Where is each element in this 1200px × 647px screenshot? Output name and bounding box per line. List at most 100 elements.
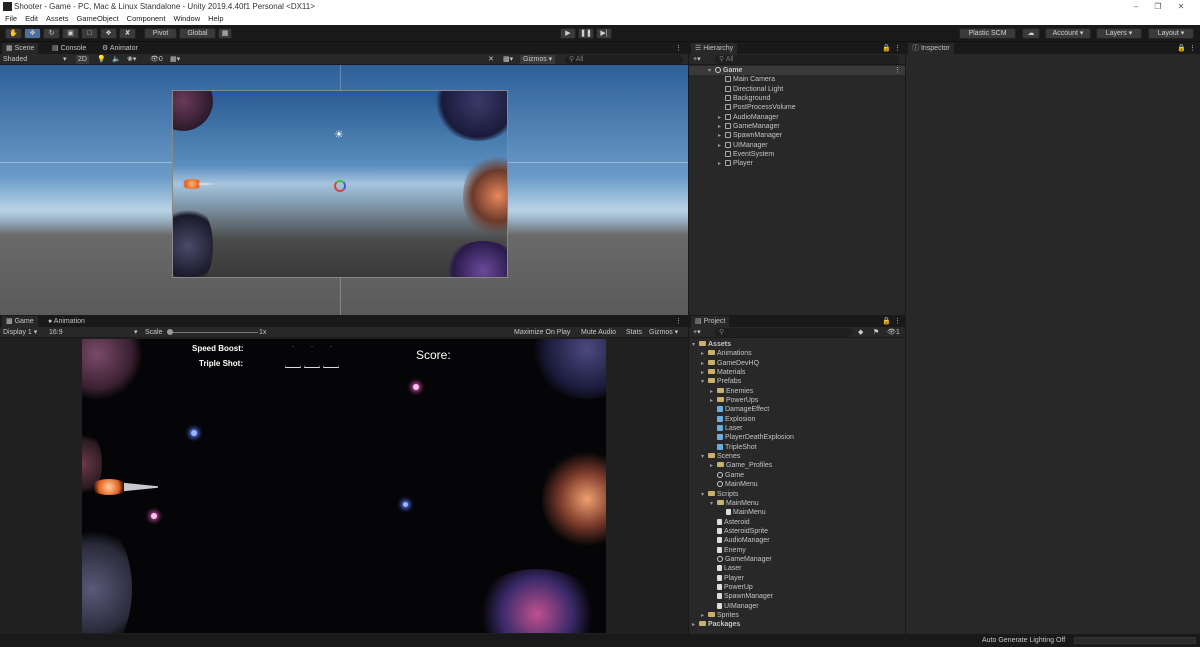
hierarchy-item[interactable]: ▸SpawnManager: [689, 131, 905, 140]
project-item[interactable]: GameManager: [689, 555, 905, 564]
project-item[interactable]: MainMenu: [689, 508, 905, 517]
hierarchy-item[interactable]: ▸AudioManager: [689, 113, 905, 122]
scale-slider[interactable]: [168, 332, 258, 333]
hierarchy-item[interactable]: ▸Player: [689, 159, 905, 168]
tab-inspector[interactable]: ⓘ Inspector: [908, 43, 954, 54]
maximize-icon[interactable]: ❐: [1147, 0, 1169, 13]
hierarchy-item[interactable]: Background: [689, 94, 905, 103]
tools-icon[interactable]: ✕: [488, 54, 494, 65]
project-lock-icon[interactable]: 🔒: [882, 316, 891, 327]
minimize-icon[interactable]: –: [1125, 0, 1147, 13]
pause-button[interactable]: ❚❚: [578, 28, 594, 39]
create-button[interactable]: +▾: [693, 54, 701, 65]
project-item[interactable]: ▾MainMenu: [689, 499, 905, 508]
hierarchy-menu-icon[interactable]: ⋮: [894, 43, 901, 54]
close-icon[interactable]: ✕: [1170, 0, 1192, 13]
play-button[interactable]: ▶: [560, 28, 576, 39]
project-item[interactable]: ▸Packages: [689, 620, 905, 629]
project-item[interactable]: Laser: [689, 564, 905, 573]
hierarchy-item[interactable]: Main Camera: [689, 75, 905, 84]
grid-snap-icon[interactable]: ▦: [218, 28, 232, 39]
layers-dropdown[interactable]: Layers ▾: [1096, 28, 1142, 39]
scene-root-row[interactable]: ▾Game ⋮: [689, 66, 905, 75]
project-item[interactable]: ▸Game_Profiles: [689, 461, 905, 470]
project-item[interactable]: AsteroidSprite: [689, 527, 905, 536]
stats-toggle[interactable]: Stats: [626, 327, 642, 338]
project-item[interactable]: ▸Sprites: [689, 611, 905, 620]
project-create-button[interactable]: +▾: [693, 327, 701, 338]
hierarchy-item[interactable]: EventSystem: [689, 150, 905, 159]
camera-icon[interactable]: ▩▾: [503, 54, 513, 65]
move-tool-icon[interactable]: ✥: [24, 28, 41, 39]
hand-tool-icon[interactable]: ✋: [5, 28, 22, 39]
project-item[interactable]: DamageEffect: [689, 405, 905, 414]
tab-animation[interactable]: ● Animation: [44, 316, 89, 327]
tab-console[interactable]: ▤ Console: [48, 43, 90, 54]
aspect-dropdown[interactable]: 16:9▾: [49, 327, 63, 338]
cloud-icon[interactable]: ☁: [1022, 28, 1040, 39]
expand-arrow-icon[interactable]: ▸: [692, 621, 699, 630]
display-dropdown[interactable]: Display 1 ▾: [3, 327, 37, 338]
project-item[interactable]: Game: [689, 471, 905, 480]
mute-audio-toggle[interactable]: Mute Audio: [581, 327, 616, 338]
hierarchy-item[interactable]: Directional Light: [689, 85, 905, 94]
lock-icon[interactable]: 🔒: [882, 43, 891, 54]
project-item[interactable]: Laser: [689, 424, 905, 433]
project-item[interactable]: TripleShot: [689, 443, 905, 452]
menu-component[interactable]: Component: [127, 14, 166, 23]
scene-viewport[interactable]: ☀: [0, 65, 688, 315]
tab-animator[interactable]: ⚙ Animator: [98, 43, 142, 54]
project-item[interactable]: ▸GameDevHQ: [689, 359, 905, 368]
rect-tool-icon[interactable]: □: [81, 28, 98, 39]
project-item[interactable]: PowerUp: [689, 583, 905, 592]
account-dropdown[interactable]: Account ▾: [1045, 28, 1091, 39]
project-item[interactable]: ▸Enemies: [689, 387, 905, 396]
project-item[interactable]: Explosion: [689, 415, 905, 424]
rotate-tool-icon[interactable]: ↻: [43, 28, 60, 39]
menu-edit[interactable]: Edit: [25, 14, 38, 23]
project-item[interactable]: PlayerDeathExplosion: [689, 433, 905, 442]
lighting-icon[interactable]: 💡: [97, 54, 106, 65]
plastic-scm-button[interactable]: Plastic SCM: [959, 28, 1016, 39]
grid-icon[interactable]: ▦▾: [170, 54, 180, 65]
project-item[interactable]: UIManager: [689, 602, 905, 611]
scene-menu-icon[interactable]: ⋮: [894, 66, 901, 75]
project-item[interactable]: Player: [689, 574, 905, 583]
pivot-toggle-button[interactable]: Pivot: [144, 28, 177, 39]
2d-toggle[interactable]: 2D: [76, 55, 89, 64]
game-gizmos-dropdown[interactable]: Gizmos ▾: [649, 327, 678, 338]
menu-file[interactable]: File: [5, 14, 17, 23]
project-item[interactable]: ▸PowerUps: [689, 396, 905, 405]
maximize-on-play-toggle[interactable]: Maximize On Play: [514, 327, 570, 338]
hierarchy-item[interactable]: PostProcessVolume: [689, 103, 905, 112]
search-by-label-icon[interactable]: ⚑: [873, 327, 879, 338]
project-item[interactable]: ▾Scenes: [689, 452, 905, 461]
custom-tool-icon[interactable]: ✘: [119, 28, 136, 39]
search-by-type-icon[interactable]: ◆: [858, 327, 863, 338]
project-item[interactable]: Enemy: [689, 546, 905, 555]
menu-window[interactable]: Window: [173, 14, 200, 23]
game-viewport[interactable]: Speed Boost: Triple Shot: Score:: [82, 339, 606, 633]
inspector-lock-icon[interactable]: 🔒: [1177, 43, 1186, 54]
project-menu-icon[interactable]: ⋮: [894, 316, 901, 327]
gizmos-dropdown[interactable]: Gizmos ▾: [520, 55, 555, 64]
project-item[interactable]: ▾Prefabs: [689, 377, 905, 386]
layout-dropdown[interactable]: Layout ▾: [1148, 28, 1194, 39]
tab-game[interactable]: ▩ Game: [2, 316, 38, 327]
step-button[interactable]: ▶|: [596, 28, 612, 39]
transform-tool-icon[interactable]: ❖: [100, 28, 117, 39]
inspector-menu-icon[interactable]: ⋮: [1189, 43, 1196, 54]
scale-tool-icon[interactable]: ▣: [62, 28, 79, 39]
scale-slider-handle[interactable]: [167, 329, 173, 335]
hidden-packages-icon[interactable]: 👁1: [887, 327, 900, 338]
tab-hierarchy[interactable]: ☰ Hierarchy: [691, 43, 737, 54]
global-toggle-button[interactable]: Global: [179, 28, 216, 39]
project-item[interactable]: AudioManager: [689, 536, 905, 545]
project-item[interactable]: ▾Scripts: [689, 490, 905, 499]
project-item[interactable]: ▾Assets: [689, 340, 905, 349]
project-item[interactable]: MainMenu: [689, 480, 905, 489]
hierarchy-item[interactable]: ▸GameManager: [689, 122, 905, 131]
scene-search-input[interactable]: ⚲ All: [565, 55, 683, 64]
tab-project[interactable]: ▤ Project: [691, 316, 729, 327]
shading-dropdown[interactable]: Shaded▾: [3, 54, 27, 65]
